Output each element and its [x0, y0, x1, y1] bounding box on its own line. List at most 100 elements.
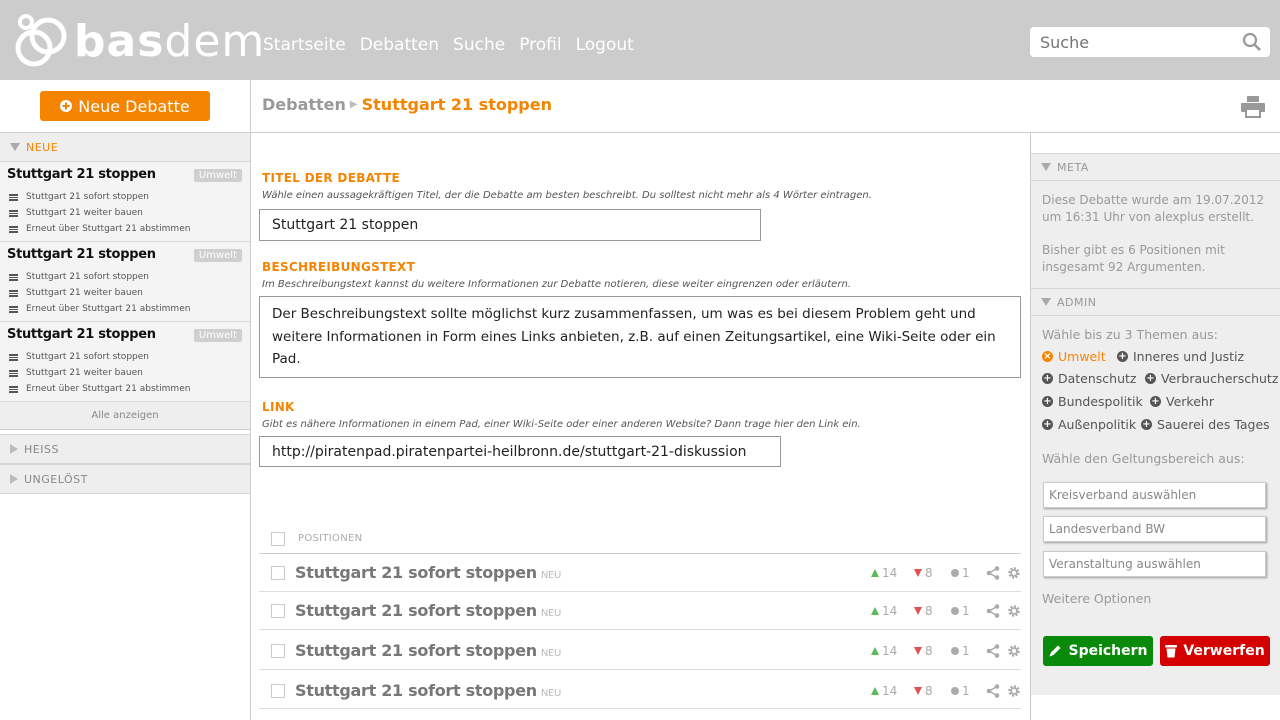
breadcrumb-parent[interactable]: Debatten	[262, 95, 346, 114]
position-link[interactable]: Stuttgart 21 sofort stoppen	[9, 272, 149, 282]
top-bar: basdem Startseite Debatten Suche Profil …	[0, 0, 1280, 80]
position-title[interactable]: Stuttgart 21 sofort stoppen NEU	[295, 563, 561, 582]
search-input[interactable]	[1030, 27, 1230, 57]
main-nav: Startseite Debatten Suche Profil Logout	[263, 33, 634, 57]
debate-title[interactable]: Stuttgart 21 stoppen	[7, 247, 156, 262]
row-checkbox[interactable]	[271, 566, 285, 580]
downvote-icon[interactable]	[914, 607, 922, 615]
discard-button[interactable]: Verwerfen	[1160, 636, 1270, 666]
position-link[interactable]: Erneut über Stuttgart 21 abstimmen	[9, 224, 190, 234]
topic-bundespolitik[interactable]: + Bundespolitik	[1042, 394, 1143, 409]
scope-label: Wähle den Geltungsbereich aus:	[1042, 451, 1245, 466]
position-stats: 14 8 1	[871, 684, 1021, 698]
nav-suche[interactable]: Suche	[453, 33, 505, 57]
topic-verkehr[interactable]: + Verkehr	[1150, 394, 1214, 409]
row-checkbox[interactable]	[271, 684, 285, 698]
print-icon[interactable]	[1241, 96, 1265, 122]
debate-title[interactable]: Stuttgart 21 stoppen	[7, 167, 156, 182]
kreisverband-select[interactable]: Kreisverband auswählen	[1043, 482, 1266, 508]
topic-inneres-justiz[interactable]: + Inneres und Justiz	[1117, 349, 1244, 364]
upvote-icon[interactable]	[871, 647, 879, 655]
position-title[interactable]: Stuttgart 21 sofort stoppen NEU	[295, 681, 561, 700]
new-debate-button[interactable]: Neue Debatte	[40, 91, 210, 121]
position-row[interactable]: Stuttgart 21 sofort stoppen NEU 14 8 1	[259, 630, 1021, 670]
description-textarea[interactable]: Der Beschreibungstext sollte möglichst k…	[259, 296, 1021, 378]
debate-item[interactable]: Stuttgart 21 stoppen Umwelt Stuttgart 21…	[0, 322, 250, 402]
select-all-checkbox[interactable]	[271, 532, 285, 546]
position-link[interactable]: Stuttgart 21 sofort stoppen	[9, 192, 149, 202]
comment-dot-icon	[951, 607, 959, 615]
position-link[interactable]: Stuttgart 21 sofort stoppen	[9, 352, 149, 362]
share-icon[interactable]	[986, 566, 1000, 580]
comment-dot-icon	[951, 687, 959, 695]
positions-header: POSITIONEN	[259, 528, 1021, 554]
show-all-link[interactable]: Alle anzeigen	[0, 402, 250, 430]
search-icon[interactable]	[1242, 32, 1262, 56]
nav-logout[interactable]: Logout	[576, 33, 634, 57]
section-ungeloest[interactable]: UNGELÖST	[0, 464, 250, 494]
position-title[interactable]: Stuttgart 21 sofort stoppen NEU	[295, 601, 561, 620]
right-sidebar: META Diese Debatte wurde am 19.07.2012 u…	[1030, 133, 1280, 720]
gear-icon[interactable]	[1007, 684, 1021, 698]
title-help: Wähle einen aussagekräftigen Titel, der …	[262, 190, 872, 201]
add-icon: +	[1141, 419, 1152, 430]
gear-icon[interactable]	[1007, 566, 1021, 580]
debate-item[interactable]: Stuttgart 21 stoppen Umwelt Stuttgart 21…	[0, 162, 250, 242]
add-icon: +	[1042, 419, 1053, 430]
upvote-icon[interactable]	[871, 687, 879, 695]
nav-debatten[interactable]: Debatten	[360, 33, 439, 57]
landesverband-select[interactable]: Landesverband BW	[1043, 516, 1266, 542]
position-row[interactable]: Stuttgart 21 sofort stoppen NEU 14 8 1	[259, 554, 1021, 592]
position-link[interactable]: Stuttgart 21 weiter bauen	[9, 208, 143, 218]
row-checkbox[interactable]	[271, 604, 285, 618]
add-icon: +	[1117, 351, 1128, 362]
row-checkbox[interactable]	[271, 644, 285, 658]
position-row[interactable]: Stuttgart 21 sofort stoppen NEU 14 8 1	[259, 592, 1021, 630]
debate-title[interactable]: Stuttgart 21 stoppen	[7, 327, 156, 342]
topic-verbraucherschutz[interactable]: + Verbraucherschutz	[1145, 371, 1278, 386]
meta-admin-panel: META Diese Debatte wurde am 19.07.2012 u…	[1031, 153, 1280, 695]
position-link[interactable]: Stuttgart 21 weiter bauen	[9, 288, 143, 298]
share-icon[interactable]	[986, 644, 1000, 658]
upvote-icon[interactable]	[871, 569, 879, 577]
topic-umwelt[interactable]: × Umwelt	[1042, 349, 1106, 364]
list-icon	[9, 385, 18, 393]
new-tag: NEU	[540, 688, 562, 699]
downvote-icon[interactable]	[914, 687, 922, 695]
title-input[interactable]: Stuttgart 21 stoppen	[259, 209, 761, 241]
upvote-icon[interactable]	[871, 607, 879, 615]
topics-label: Wähle bis zu 3 Themen aus:	[1042, 327, 1218, 342]
position-row[interactable]: Stuttgart 21 sofort stoppen NEU 14 8 1	[259, 670, 1021, 709]
topic-aussenpolitik[interactable]: + Außenpolitik	[1042, 417, 1136, 432]
topic-sauerei-des-tages[interactable]: + Sauerei des Tages	[1141, 417, 1270, 432]
gear-icon[interactable]	[1007, 644, 1021, 658]
description-help: Im Beschreibungstext kannst du weitere I…	[262, 279, 851, 290]
nav-profil[interactable]: Profil	[519, 33, 561, 57]
triangle-down-icon	[1041, 298, 1051, 306]
list-icon	[9, 209, 18, 217]
save-button[interactable]: Speichern	[1043, 636, 1153, 666]
position-link[interactable]: Erneut über Stuttgart 21 abstimmen	[9, 384, 190, 394]
debate-item[interactable]: Stuttgart 21 stoppen Umwelt Stuttgart 21…	[0, 242, 250, 322]
more-options-link[interactable]: Weitere Optionen	[1042, 590, 1272, 607]
meta-header[interactable]: META	[1031, 153, 1280, 181]
veranstaltung-select[interactable]: Veranstaltung auswählen	[1043, 551, 1266, 577]
description-label: BESCHREIBUNGSTEXT	[262, 260, 416, 274]
position-link[interactable]: Erneut über Stuttgart 21 abstimmen	[9, 304, 190, 314]
nav-startseite[interactable]: Startseite	[263, 33, 346, 57]
position-title[interactable]: Stuttgart 21 sofort stoppen NEU	[295, 641, 561, 660]
link-input[interactable]: http://piratenpad.piratenpartei-heilbron…	[259, 436, 781, 467]
section-neue[interactable]: NEUE	[0, 132, 250, 162]
basdem-logo[interactable]: basdem	[14, 12, 264, 70]
meta-created-text: Diese Debatte wurde am 19.07.2012 um 16:…	[1042, 193, 1265, 224]
topic-datenschutz[interactable]: + Datenschutz	[1042, 371, 1137, 386]
section-heiss[interactable]: HEISS	[0, 434, 250, 464]
trash-icon	[1165, 645, 1178, 658]
downvote-icon[interactable]	[914, 569, 922, 577]
downvote-icon[interactable]	[914, 647, 922, 655]
admin-header[interactable]: ADMIN	[1031, 288, 1280, 316]
share-icon[interactable]	[986, 684, 1000, 698]
gear-icon[interactable]	[1007, 604, 1021, 618]
share-icon[interactable]	[986, 604, 1000, 618]
position-link[interactable]: Stuttgart 21 weiter bauen	[9, 368, 143, 378]
